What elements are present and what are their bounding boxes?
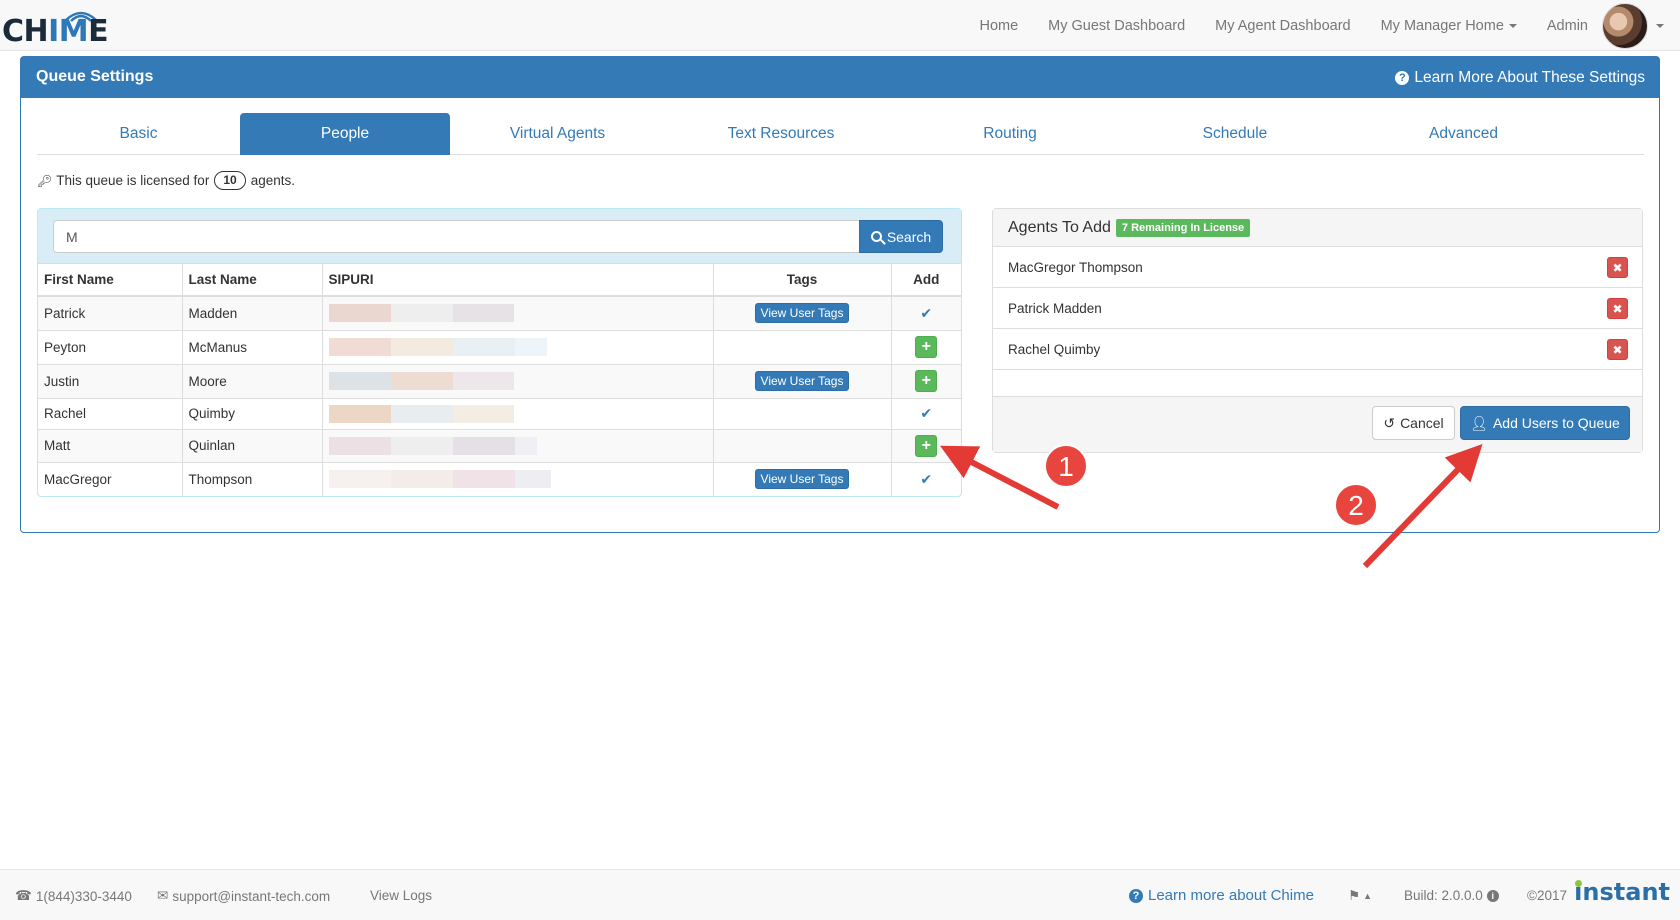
panel-title: Queue Settings [36,68,154,85]
col-sipuri: SIPURI [322,264,714,297]
undo-icon: ↺ [1383,414,1396,431]
support-email-link[interactable]: ✉︎ support@instant-tech.com [157,888,330,904]
empty-list-row [993,370,1642,397]
sipuri-redacted [322,428,714,462]
people-table: First Name Last Name SIPURI Tags Add Pat… [38,264,961,496]
col-last-name: Last Name [182,264,323,297]
agents-to-add-panel: Agents To Add 7 Remaining In License Mac… [992,208,1643,453]
top-navbar: CHIME Home My Guest Dashboard My Agent D… [0,0,1680,51]
add-user-button[interactable]: + [915,434,938,457]
list-item: Rachel Quimby ✖ [993,329,1642,370]
remove-agent-button[interactable]: ✖ [1607,339,1628,360]
remove-agent-button[interactable]: ✖ [1607,257,1628,278]
question-circle-icon: ? [1129,888,1143,903]
logo-text: CHIME [2,14,109,49]
caret-down-icon[interactable] [1656,24,1664,28]
user-avatar[interactable] [1602,3,1648,49]
page-footer: ☎︎ 1(844)330-3440 ✉︎ support@instant-tech.… [0,869,1680,920]
add-user-button[interactable]: + [915,336,938,358]
nav-agent-dashboard[interactable]: My Agent Dashboard [1215,18,1350,34]
license-count-badge: 10 [214,171,246,190]
check-icon: ✔ [920,470,933,487]
chime-logo[interactable]: CHIME [2,10,112,50]
support-phone: ☎︎ 1(844)330-3440 [15,888,132,904]
caret-down-icon [1508,23,1517,28]
view-logs-link[interactable]: View Logs [370,888,432,903]
check-icon: ✔ [920,405,933,421]
search-button[interactable]: Search [859,220,943,253]
table-row: Justin Moore View User Tags + [38,363,961,398]
user-plus-icon: 👤︎ [1470,414,1488,431]
tab-people[interactable]: People [240,113,450,155]
language-selector[interactable]: ⚑︎ ▲ [1348,888,1372,904]
remaining-license-badge: 7 Remaining In License [1115,218,1251,237]
queue-settings-panel: Queue Settings ? Learn More About These S… [20,56,1660,533]
search-bar: Search [38,209,961,264]
question-circle-icon: ? [1395,71,1410,85]
sipuri-redacted [322,461,714,496]
add-user-button[interactable]: + [915,370,938,392]
table-row: Patrick Madden View User Tags ✔ [38,295,961,330]
flag-icon: ⚑︎ [1348,888,1361,903]
nav-admin[interactable]: Admin [1547,18,1588,34]
caret-up-icon: ▲ [1363,891,1373,901]
license-info: 🔑︎ This queue is licensed for 10 agents. [37,171,295,190]
view-user-tags-button[interactable]: View User Tags [754,303,850,324]
table-row: Rachel Quimby ✔ [38,397,961,429]
tab-basic[interactable]: Basic [37,113,240,155]
sipuri-redacted [322,295,714,330]
agents-to-add-title: Agents To Add [1008,218,1111,236]
instant-logo: instant [1574,878,1670,906]
info-icon: i [1486,889,1499,902]
tab-advanced[interactable]: Advanced [1347,113,1580,155]
col-add: Add [891,264,961,297]
tab-schedule[interactable]: Schedule [1123,113,1347,155]
search-input[interactable] [53,220,859,253]
tab-text-resources[interactable]: Text Resources [665,113,897,155]
nav-home[interactable]: Home [979,18,1018,34]
tab-virtual-agents[interactable]: Virtual Agents [450,113,665,155]
search-icon [870,231,882,242]
build-info: Build: 2.0.0.0 i [1404,888,1504,903]
learn-more-settings-link[interactable]: ? Learn More About These Settings [1395,69,1645,87]
cancel-button[interactable]: ↺ Cancel [1372,406,1455,440]
nav-guest-dashboard[interactable]: My Guest Dashboard [1048,18,1185,34]
sipuri-redacted [322,363,714,398]
check-icon: ✔ [920,304,933,321]
sipuri-redacted [322,397,714,429]
agents-to-add-footer: ↺ Cancel 👤︎ Add Users to Queue [993,396,1642,452]
list-item: MacGregor Thompson ✖ [993,247,1642,288]
tab-routing[interactable]: Routing [897,113,1123,155]
nav-manager-home[interactable]: My Manager Home [1381,18,1517,34]
panel-heading: Queue Settings ? Learn More About These S… [21,57,1659,98]
table-row: Matt Quinlan + [38,428,961,462]
list-item: Patrick Madden ✖ [993,288,1642,329]
add-users-to-queue-button[interactable]: 👤︎ Add Users to Queue [1460,406,1630,440]
learn-more-chime-link[interactable]: ? Learn more about Chime [1129,887,1314,904]
settings-tabs: Basic People Virtual Agents Text Resourc… [37,113,1644,155]
key-icon: 🔑︎ [37,173,53,188]
col-first-name: First Name [38,264,183,297]
col-tags: Tags [713,264,892,297]
sipuri-redacted [322,329,714,364]
view-user-tags-button[interactable]: View User Tags [754,371,850,391]
people-search-panel: Search First Name Last Name SIPURI Tags … [37,208,962,497]
table-row: MacGregor Thompson View User Tags ✔ [38,461,961,496]
envelope-icon: ✉︎ [157,888,169,903]
phone-icon: ☎︎ [15,888,32,903]
remove-agent-button[interactable]: ✖ [1607,298,1628,319]
nav-links: Home My Guest Dashboard My Agent Dashboa… [949,0,1588,51]
view-user-tags-button[interactable]: View User Tags [754,469,850,490]
agents-to-add-header: Agents To Add 7 Remaining In License [993,209,1642,247]
table-row: Peyton McManus + [38,329,961,364]
copyright: ©2017 [1527,888,1567,903]
